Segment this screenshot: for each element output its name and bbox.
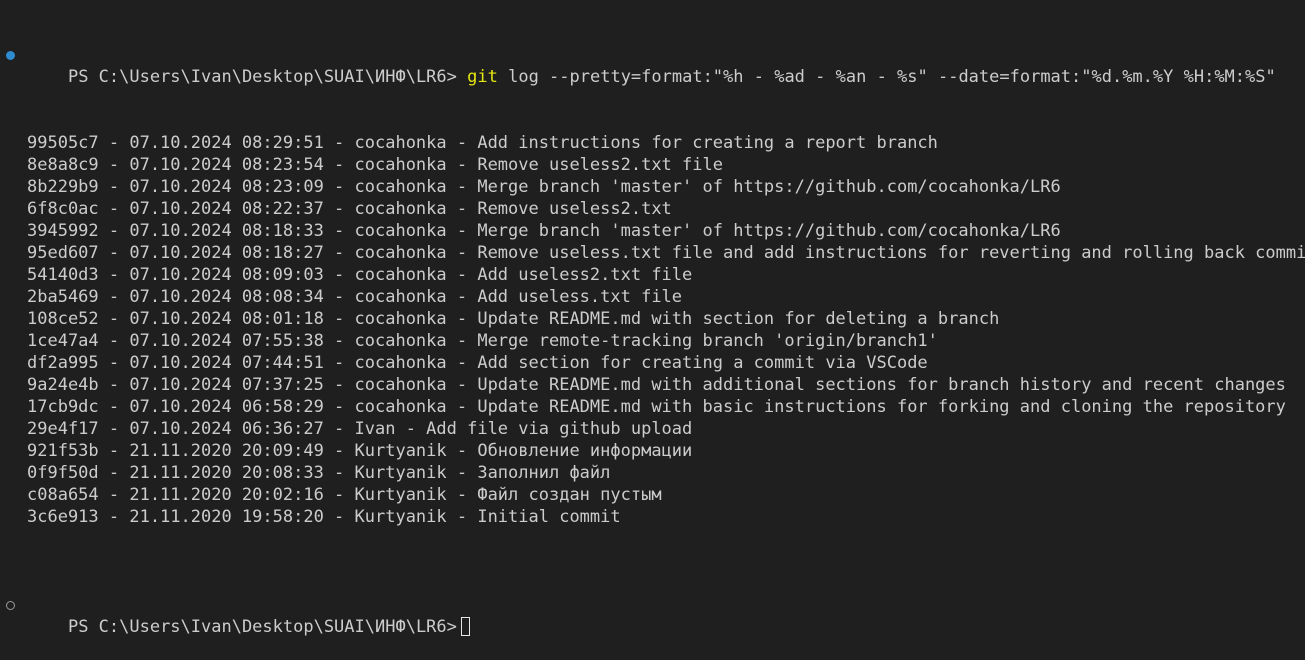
command-arguments: log --pretty=format:"%h - %ad - %an - %s… <box>508 67 1276 87</box>
current-prompt-text: PS C:\Users\Ivan\Desktop\SUAI\ИНФ\LR6> <box>67 617 457 637</box>
log-line: 17cb9dc - 07.10.2024 06:58:29 - cocahonk… <box>27 397 1286 417</box>
log-line: 9a24e4b - 07.10.2024 07:37:25 - cocahonk… <box>27 375 1286 395</box>
cursor <box>460 617 470 636</box>
log-line: 8b229b9 - 07.10.2024 08:23:09 - cocahonk… <box>27 177 1061 197</box>
command-pending-decoration-icon[interactable] <box>6 601 15 610</box>
log-line: 95ed607 - 07.10.2024 08:18:27 - cocahonk… <box>27 243 1305 263</box>
log-line: 3945992 - 07.10.2024 08:18:33 - cocahonk… <box>27 221 1061 241</box>
log-line: c08a654 - 21.11.2020 20:02:16 - Kurtyani… <box>27 485 662 505</box>
terminal-panel[interactable]: PS C:\Users\Ivan\Desktop\SUAI\ИНФ\LR6> g… <box>0 0 1305 637</box>
log-line: 1ce47a4 - 07.10.2024 07:55:38 - cocahonk… <box>27 331 938 351</box>
log-line: 921f53b - 21.11.2020 20:09:49 - Kurtyani… <box>27 441 693 461</box>
log-line: 8e8a8c9 - 07.10.2024 08:23:54 - cocahonk… <box>27 155 723 175</box>
prompt-text: PS C:\Users\Ivan\Desktop\SUAI\ИНФ\LR6> <box>67 67 457 87</box>
log-line: 108ce52 - 07.10.2024 08:01:18 - cocahonk… <box>27 309 1000 329</box>
log-line: df2a995 - 07.10.2024 07:44:51 - cocahonk… <box>27 353 928 373</box>
log-line: 2ba5469 - 07.10.2024 08:08:34 - cocahonk… <box>27 287 683 307</box>
log-line: 29e4f17 - 07.10.2024 06:36:27 - Ivan - A… <box>27 419 693 439</box>
log-line: 54140d3 - 07.10.2024 08:09:03 - cocahonk… <box>27 265 693 285</box>
command-output: 99505c7 - 07.10.2024 08:29:51 - cocahonk… <box>0 132 1305 528</box>
command-line: PS C:\Users\Ivan\Desktop\SUAI\ИНФ\LR6> g… <box>0 44 1305 87</box>
log-line: 0f9f50d - 21.11.2020 20:08:33 - Kurtyani… <box>27 463 611 483</box>
log-line: 99505c7 - 07.10.2024 08:29:51 - cocahonk… <box>27 133 938 153</box>
current-prompt-line[interactable]: PS C:\Users\Ivan\Desktop\SUAI\ИНФ\LR6> <box>0 594 1305 637</box>
command-success-decoration-icon[interactable] <box>6 51 15 60</box>
log-line: 6f8c0ac - 07.10.2024 08:22:37 - cocahonk… <box>27 199 672 219</box>
command-program: git <box>467 67 498 87</box>
log-line: 3c6e913 - 21.11.2020 19:58:20 - Kurtyani… <box>27 507 621 527</box>
